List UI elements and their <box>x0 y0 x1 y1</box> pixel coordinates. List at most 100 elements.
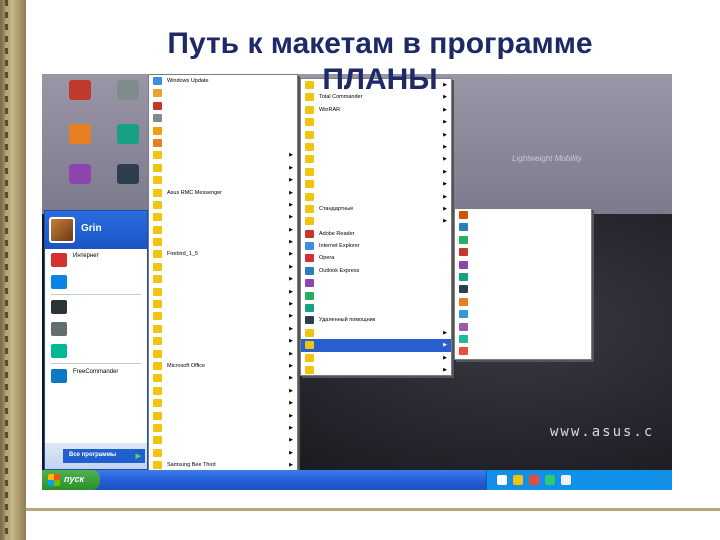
start-menu-item[interactable] <box>45 340 147 362</box>
menu-item[interactable]: ▶ <box>149 149 297 161</box>
menu-item[interactable] <box>149 125 297 137</box>
menu-item[interactable] <box>455 296 591 308</box>
all-programs-button[interactable]: Все программы ▶ <box>63 449 145 463</box>
submenu-arrow-icon: ▶ <box>443 366 447 373</box>
menu-item[interactable]: ▶ <box>149 372 297 384</box>
tray-icon[interactable] <box>513 475 523 485</box>
start-menu-item[interactable] <box>45 271 147 293</box>
menu-item[interactable]: ▶ <box>149 385 297 397</box>
menu-item[interactable]: ▶ <box>149 224 297 236</box>
menu-item[interactable]: ▶ <box>301 364 451 376</box>
menu-item[interactable] <box>149 100 297 112</box>
menu-item[interactable]: ▶ <box>149 162 297 174</box>
start-menu-item[interactable]: FreeCommander <box>45 365 147 387</box>
program-folder-icon <box>305 204 314 213</box>
menu-item[interactable] <box>455 308 591 320</box>
start-menu-item[interactable]: Интернет <box>45 249 147 271</box>
menu-item[interactable] <box>455 271 591 283</box>
menu-item[interactable]: ▶ <box>149 422 297 434</box>
menu-item[interactable]: Firebird_1_5 ▶ <box>149 248 297 260</box>
program-folder-icon <box>153 287 162 296</box>
menu-item[interactable] <box>455 259 591 271</box>
menu-item[interactable] <box>455 209 591 221</box>
menu-item[interactable] <box>149 137 297 149</box>
menu-item[interactable]: ▶ <box>149 261 297 273</box>
start-menu-item[interactable] <box>45 318 147 340</box>
menu-item[interactable]: Asus RMC Messenger ▶ <box>149 187 297 199</box>
menu-item[interactable]: Outlook Express <box>301 265 451 277</box>
menu-item[interactable]: ▶ <box>149 447 297 459</box>
menu-item[interactable]: ▶ <box>149 298 297 310</box>
menu-item[interactable]: Adobe Reader <box>301 228 451 240</box>
menu-item[interactable] <box>301 302 451 314</box>
menu-item[interactable]: Стандартные ▶ <box>301 203 451 215</box>
submenu-arrow-icon: ▶ <box>289 449 293 456</box>
menu-item[interactable]: ▶ <box>149 199 297 211</box>
program-folder-icon <box>459 334 468 343</box>
menu-item[interactable]: ▶ <box>301 153 451 165</box>
program-folder-icon <box>459 272 468 281</box>
menu-item[interactable] <box>455 333 591 345</box>
menu-item[interactable] <box>301 277 451 289</box>
submenu-arrow-icon: ▶ <box>443 181 447 188</box>
menu-item[interactable] <box>301 290 451 302</box>
brand-text: Lightweight Mobility <box>512 154 582 163</box>
menu-item[interactable]: ▶ <box>301 166 451 178</box>
program-folder-icon <box>153 399 162 408</box>
start-menu-item[interactable] <box>45 296 147 318</box>
menu-item[interactable]: ▶ <box>301 141 451 153</box>
menu-item[interactable]: ▶ <box>149 310 297 322</box>
menu-item-label: Outlook Express <box>319 267 360 274</box>
tray-icon[interactable] <box>561 475 571 485</box>
menu-item[interactable] <box>149 112 297 124</box>
menu-item[interactable] <box>455 283 591 295</box>
start-label: пуск <box>64 474 85 484</box>
menu-item[interactable]: ▶ <box>149 323 297 335</box>
menu-item[interactable] <box>455 321 591 333</box>
menu-item[interactable]: ▶ <box>301 191 451 203</box>
menu-item[interactable]: ▶ <box>149 286 297 298</box>
menu-item[interactable]: ▶ <box>301 215 451 227</box>
menu-item[interactable]: ▶ <box>149 335 297 347</box>
menu-item[interactable]: ▶ <box>301 116 451 128</box>
program-folder-icon <box>305 192 314 201</box>
menu-item[interactable]: ▶ <box>149 236 297 248</box>
menu-item[interactable] <box>455 221 591 233</box>
submenu-arrow-icon: ▶ <box>289 276 293 283</box>
menu-item[interactable]: ▶ <box>149 211 297 223</box>
menu-item[interactable]: Microsoft Office ▶ <box>149 360 297 372</box>
menu-item[interactable]: WinRAR ▶ <box>301 104 451 116</box>
menu-item-label: WinRAR <box>319 106 341 113</box>
menu-item[interactable]: ▶ <box>149 273 297 285</box>
program-folder-icon <box>153 337 162 346</box>
slide-left-border <box>0 0 26 540</box>
menu-item[interactable]: ▶ <box>301 129 451 141</box>
tray-icon[interactable] <box>529 475 539 485</box>
menu-item[interactable]: ▶ <box>149 174 297 186</box>
submenu-arrow-icon: ▶ <box>443 329 447 336</box>
program-folder-icon <box>305 316 314 325</box>
submenu-arrow-icon: ▶ <box>289 189 293 196</box>
menu-item[interactable]: ▶ <box>301 178 451 190</box>
menu-item[interactable] <box>455 246 591 258</box>
menu-item[interactable]: Удаленный помощник <box>301 314 451 326</box>
menu-item[interactable]: ▶ <box>149 348 297 360</box>
tray-icon[interactable] <box>545 475 555 485</box>
menu-item[interactable]: Opera <box>301 252 451 264</box>
menu-item[interactable]: ▶ <box>149 434 297 446</box>
menu-item[interactable]: ▶ <box>301 327 451 339</box>
menu-item[interactable]: ▶ <box>301 352 451 364</box>
menu-item[interactable] <box>455 234 591 246</box>
start-menu-item-label: Интернет <box>73 253 100 259</box>
menu-item[interactable]: ▶ <box>301 339 451 352</box>
program-folder-icon <box>153 188 162 197</box>
menu-item[interactable]: ▶ <box>149 397 297 409</box>
menu-item[interactable]: ▶ <box>149 410 297 422</box>
start-button[interactable]: пуск <box>42 470 100 490</box>
menu-item[interactable]: Internet Explorer <box>301 240 451 252</box>
submenu-arrow-icon: ▶ <box>289 325 293 332</box>
submenu-arrow-icon: ▶ <box>289 152 293 159</box>
tray-icon[interactable] <box>497 475 507 485</box>
submenu-arrow-icon: ▶ <box>443 342 447 349</box>
menu-item[interactable] <box>455 345 591 357</box>
